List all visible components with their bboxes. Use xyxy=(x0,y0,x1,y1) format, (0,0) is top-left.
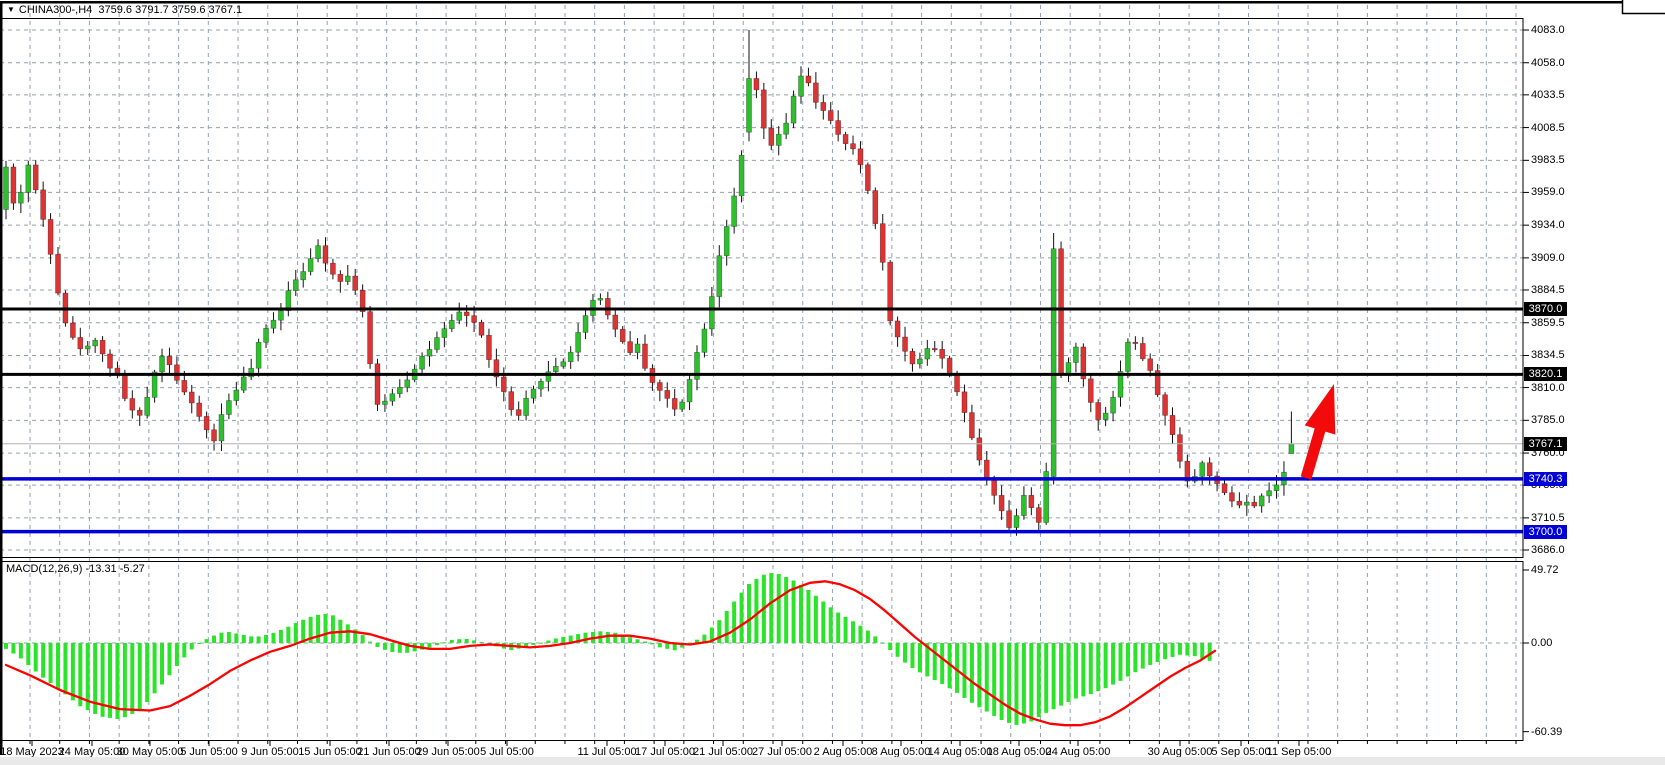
price-tick-label: 3959.0 xyxy=(1531,186,1565,199)
level-price-tag: 3700.0 xyxy=(1524,525,1567,539)
level-price-tag: 3740.3 xyxy=(1524,472,1567,486)
macd-tick-label: -60.39 xyxy=(1531,726,1562,739)
price-tick-label: 4033.5 xyxy=(1531,89,1565,102)
candles xyxy=(4,30,1294,536)
mt4-chart-window: ▼ CHINA300-,H4 3759.6 3791.7 3759.6 3767.… xyxy=(0,0,1665,765)
price-tick-label: 4058.0 xyxy=(1531,57,1565,70)
price-tick-label: 4008.5 xyxy=(1531,122,1565,135)
ohlc-readout: 3759.6 3791.7 3759.6 3767.1 xyxy=(98,4,242,16)
price-tick-label: 3909.0 xyxy=(1531,252,1565,265)
price-tick-label: 3859.5 xyxy=(1531,317,1565,330)
macd-tick-label: 49.72 xyxy=(1531,564,1559,577)
level-price-tag: 3870.0 xyxy=(1524,302,1567,316)
up-arrow-annotation[interactable] xyxy=(1301,384,1336,480)
price-tick-label: 3934.0 xyxy=(1531,219,1565,232)
price-tick-label: 3884.5 xyxy=(1531,284,1565,297)
macd-indicator-values: -13.31 -5.27 xyxy=(85,563,144,575)
symbol-period-label: CHINA300-,H4 xyxy=(19,4,92,16)
symbol-dropdown-icon[interactable]: ▼ xyxy=(7,5,15,14)
price-tick-label: 3834.5 xyxy=(1531,349,1565,362)
price-tick-label: 3785.0 xyxy=(1531,414,1565,427)
macd-tick-label: 0.00 xyxy=(1531,637,1552,650)
macd-histogram xyxy=(4,573,1212,725)
price-tick-label: 3686.0 xyxy=(1531,544,1565,557)
chart-canvas[interactable] xyxy=(0,0,1665,765)
chart-title-bar: ▼ CHINA300-,H4 3759.6 3791.7 3759.6 3767.… xyxy=(7,4,242,16)
level-price-tag: 3820.1 xyxy=(1524,367,1567,381)
price-tick-label: 4083.0 xyxy=(1531,24,1565,37)
window-top-border xyxy=(0,1,1623,4)
window-left-border xyxy=(0,1,3,755)
price-tick-label: 3983.5 xyxy=(1531,154,1565,167)
macd-indicator-label: MACD(12,26,9) -13.31 -5.27 xyxy=(6,563,145,575)
price-tick-label: 3810.0 xyxy=(1531,382,1565,395)
macd-panel-border xyxy=(1,562,1524,741)
macd-signal-line xyxy=(6,581,1215,725)
bid-price-tag: 3767.1 xyxy=(1524,437,1567,451)
macd-indicator-name: MACD(12,26,9) xyxy=(6,563,82,575)
bottom-strip xyxy=(0,757,1665,765)
price-tick-label: 3710.5 xyxy=(1531,512,1565,525)
